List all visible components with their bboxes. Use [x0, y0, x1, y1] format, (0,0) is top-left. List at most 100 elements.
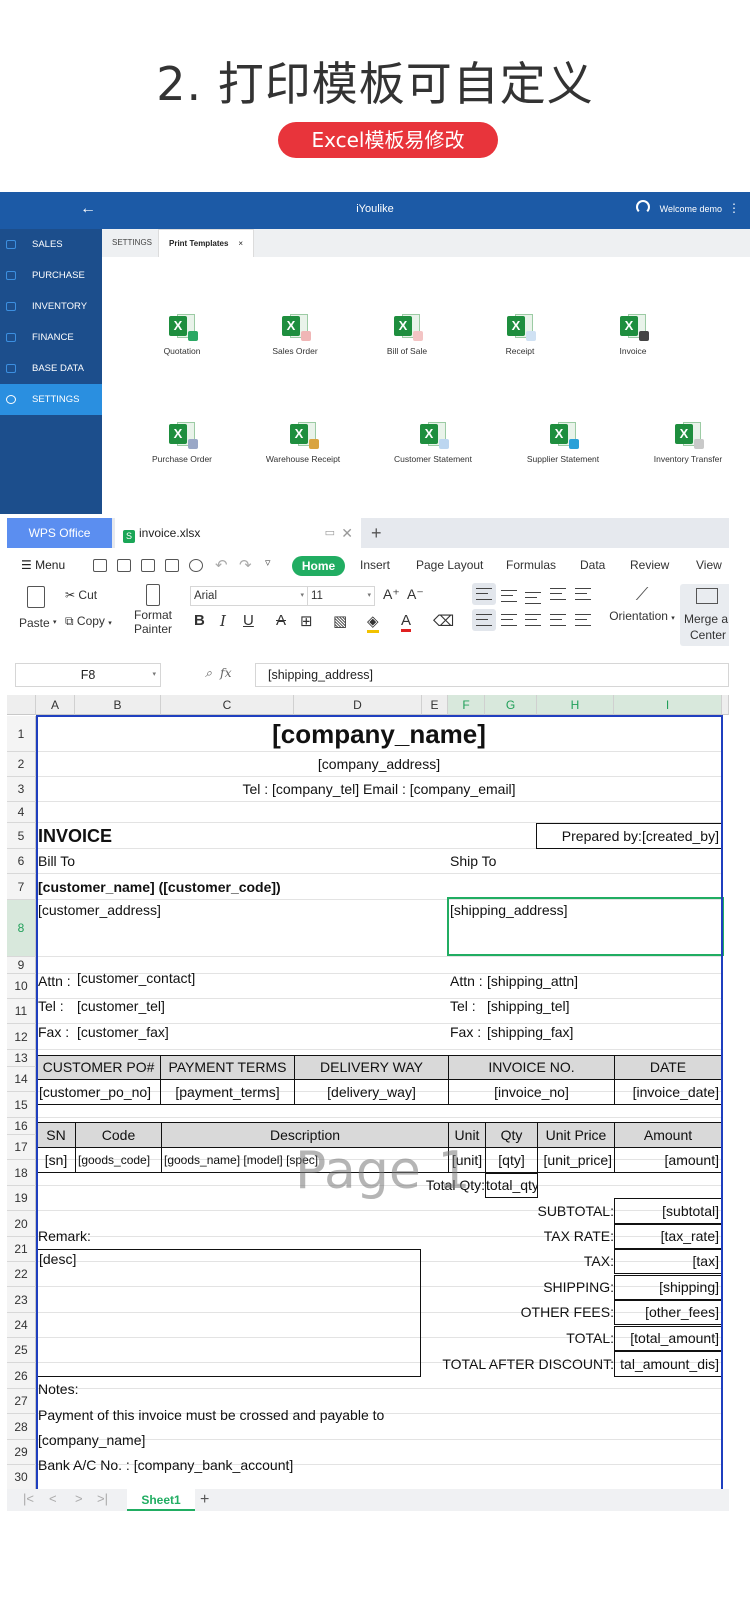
- row-header[interactable]: 27: [7, 1389, 36, 1414]
- save-icon[interactable]: [117, 559, 131, 572]
- fill-color-icon[interactable]: ◈: [367, 612, 379, 633]
- sidebar-item-purchase[interactable]: PURCHASE: [0, 260, 102, 291]
- print-icon[interactable]: [165, 559, 179, 572]
- row-header[interactable]: 22: [7, 1262, 36, 1287]
- format-painter-button[interactable]: Format Painter: [131, 584, 175, 636]
- row-header[interactable]: 7: [7, 874, 36, 900]
- spreadsheet-grid[interactable]: A B C D E F G H I 1 2 3 4 5 6 7 8 9 10 11 12 13 14 15 1…: [7, 695, 729, 1490]
- tab-formulas[interactable]: Formulas: [506, 558, 556, 572]
- tab-page-layout[interactable]: Page Layout: [416, 558, 483, 572]
- align-left-icon[interactable]: [476, 614, 492, 626]
- row-header[interactable]: 18: [7, 1160, 36, 1186]
- template-warehouse-receipt[interactable]: X Warehouse Receipt: [243, 420, 363, 464]
- file-tab[interactable]: Sinvoice.xlsx ▭ ✕: [115, 518, 361, 548]
- fill-pattern-icon[interactable]: ▧: [333, 612, 347, 630]
- close-icon[interactable]: ×: [238, 239, 243, 248]
- tab-settings[interactable]: SETTINGS: [102, 229, 162, 257]
- font-size-select[interactable]: 11 ▾: [307, 586, 375, 606]
- row-header[interactable]: 6: [7, 849, 36, 874]
- row-header[interactable]: 3: [7, 777, 36, 802]
- template-sales-order[interactable]: X Sales Order: [235, 312, 355, 356]
- orientation-button[interactable]: ⟋ Orientation ▾: [607, 584, 677, 623]
- column-header-d[interactable]: D: [294, 695, 422, 715]
- cut-button[interactable]: ✂ Cut: [65, 588, 97, 602]
- template-receipt[interactable]: X Receipt: [460, 312, 580, 356]
- column-header-h[interactable]: H: [537, 695, 614, 715]
- customize-dropdown-icon[interactable]: ▿: [265, 556, 271, 569]
- wps-office-tab[interactable]: WPS Office: [7, 518, 112, 548]
- row-header[interactable]: 8: [7, 900, 36, 957]
- more-icon[interactable]: ⋮: [728, 201, 740, 215]
- redo-icon[interactable]: ↷: [239, 556, 252, 574]
- template-inventory-transfer[interactable]: X Inventory Transfer: [628, 420, 748, 464]
- align-top-icon[interactable]: [476, 588, 492, 600]
- sheet-tab-sheet1[interactable]: Sheet1: [127, 1489, 195, 1511]
- increase-indent-icon[interactable]: [575, 588, 591, 600]
- template-purchase-order[interactable]: X Purchase Order: [122, 420, 242, 464]
- row-header[interactable]: 1: [7, 716, 36, 752]
- sidebar-item-base-data[interactable]: BASE DATA: [0, 353, 102, 384]
- row-header[interactable]: 30: [7, 1465, 36, 1490]
- zoom-icon[interactable]: ⌕: [205, 665, 212, 680]
- row-header[interactable]: 29: [7, 1440, 36, 1465]
- row-header[interactable]: 2: [7, 752, 36, 777]
- font-family-select[interactable]: Arial ▾: [190, 586, 308, 606]
- decrease-font-icon[interactable]: A⁻: [407, 586, 424, 603]
- align-middle-icon[interactable]: [501, 590, 517, 602]
- column-header-a[interactable]: A: [36, 695, 75, 715]
- row-header[interactable]: 14: [7, 1067, 36, 1092]
- open-folder-icon[interactable]: [93, 559, 107, 572]
- row-header[interactable]: 11: [7, 999, 36, 1024]
- distributed-icon[interactable]: [575, 614, 591, 626]
- copy-button[interactable]: ⧉ Copy ▾: [65, 614, 112, 629]
- column-header-i[interactable]: I: [614, 695, 722, 715]
- tab-review[interactable]: Review: [630, 558, 669, 572]
- tab-home[interactable]: Home: [292, 556, 345, 576]
- select-all-corner[interactable]: [7, 695, 36, 715]
- template-customer-statement[interactable]: X Customer Statement: [373, 420, 493, 464]
- align-center-icon[interactable]: [501, 614, 517, 626]
- new-tab-button[interactable]: +: [371, 518, 382, 548]
- row-header[interactable]: 4: [7, 802, 36, 823]
- template-supplier-statement[interactable]: X Supplier Statement: [503, 420, 623, 464]
- italic-icon[interactable]: I: [220, 612, 226, 630]
- increase-font-icon[interactable]: A⁺: [383, 586, 400, 603]
- menu-button[interactable]: ☰ Menu: [21, 558, 65, 572]
- headset-icon[interactable]: [636, 200, 650, 214]
- row-header[interactable]: 23: [7, 1287, 36, 1313]
- row-header[interactable]: 25: [7, 1338, 36, 1363]
- align-right-icon[interactable]: [525, 614, 541, 626]
- sidebar-item-inventory[interactable]: INVENTORY: [0, 291, 102, 322]
- borders-icon[interactable]: ⊞: [300, 612, 313, 630]
- fx-icons[interactable]: ⌕ fx: [205, 665, 232, 681]
- bold-icon[interactable]: B: [194, 612, 205, 629]
- row-header[interactable]: 20: [7, 1211, 36, 1237]
- strikethrough-icon[interactable]: A: [276, 612, 286, 629]
- tab-data[interactable]: Data: [580, 558, 605, 572]
- name-box[interactable]: F8 ▾: [15, 663, 161, 687]
- column-header-b[interactable]: B: [75, 695, 161, 715]
- underline-icon[interactable]: U: [243, 612, 254, 629]
- print-preview-icon[interactable]: [189, 559, 203, 572]
- undo-icon[interactable]: ↶: [215, 556, 228, 574]
- row-header[interactable]: 26: [7, 1363, 36, 1389]
- align-bottom-icon[interactable]: [525, 592, 541, 604]
- welcome-text[interactable]: Welcome demo: [660, 204, 722, 214]
- fx-icon[interactable]: fx: [220, 665, 232, 680]
- justify-icon[interactable]: [550, 614, 566, 626]
- next-sheet-icon[interactable]: >: [75, 1491, 83, 1506]
- tab-insert[interactable]: Insert: [360, 558, 390, 572]
- row-header[interactable]: 15: [7, 1092, 36, 1118]
- row-header[interactable]: 16: [7, 1118, 36, 1135]
- first-sheet-icon[interactable]: |<: [23, 1491, 34, 1506]
- formula-input[interactable]: [shipping_address]: [255, 663, 729, 687]
- tab-view[interactable]: View: [696, 558, 722, 572]
- template-bill-of-sale[interactable]: X Bill of Sale: [347, 312, 467, 356]
- font-color-icon[interactable]: A: [401, 612, 412, 632]
- close-icon[interactable]: ✕: [341, 518, 353, 548]
- row-header[interactable]: 9: [7, 957, 36, 974]
- row-header[interactable]: 10: [7, 974, 36, 999]
- column-header-g[interactable]: G: [485, 695, 537, 715]
- column-header-f[interactable]: F: [448, 695, 485, 715]
- prev-sheet-icon[interactable]: <: [49, 1491, 57, 1506]
